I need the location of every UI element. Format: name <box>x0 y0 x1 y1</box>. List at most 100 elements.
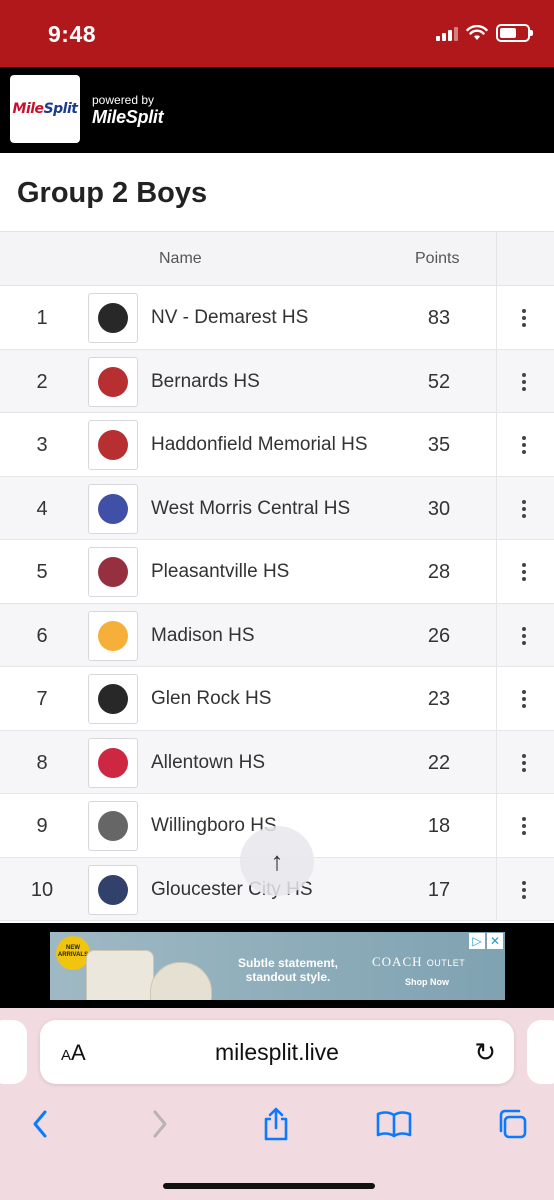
close-ad-icon[interactable]: ✕ <box>487 933 503 949</box>
team-name[interactable]: Bernards HS <box>151 371 260 393</box>
team-points: 22 <box>427 751 451 774</box>
reload-icon[interactable]: ↻ <box>474 1037 496 1068</box>
cellular-signal-icon <box>436 25 458 41</box>
rank: 1 <box>36 307 48 329</box>
back-button[interactable] <box>18 1104 62 1144</box>
forward-button[interactable] <box>138 1104 182 1144</box>
next-tab-peek[interactable] <box>527 1020 554 1084</box>
team-points: 26 <box>427 624 451 647</box>
team-points: 17 <box>427 878 451 901</box>
table-row[interactable]: 4 West Morris Central HS 30 <box>0 476 554 540</box>
rank: 7 <box>36 688 48 710</box>
team-points: 28 <box>427 561 451 583</box>
powered-by: powered by MileSplit <box>92 93 164 128</box>
table-row[interactable]: 2 Bernards HS 52 <box>0 349 554 413</box>
table-row[interactable]: 1 NV - Demarest HS 83 <box>0 286 554 350</box>
more-options-icon[interactable] <box>510 367 538 397</box>
table-header: Name Points <box>0 232 554 286</box>
team-points: 52 <box>427 370 451 393</box>
chimeras-logo-icon <box>88 801 138 851</box>
rank: 5 <box>36 561 48 583</box>
ad-banner-container: NEW ARRIVALS Subtle statement, standout … <box>0 923 554 1008</box>
more-options-icon[interactable] <box>510 875 538 905</box>
home-indicator[interactable] <box>163 1183 375 1189</box>
wifi-icon <box>466 25 488 40</box>
team-name[interactable]: NV - Demarest HS <box>151 307 308 329</box>
viking-logo-icon <box>88 293 138 343</box>
chevron-left-icon <box>33 1110 47 1138</box>
share-icon <box>264 1107 288 1141</box>
team-points: 35 <box>427 434 451 456</box>
powered-by-label: powered by <box>92 93 155 107</box>
table-row[interactable]: 3 Haddonfield Memorial HS 35 <box>0 413 554 477</box>
coach-ad-banner[interactable]: NEW ARRIVALS Subtle statement, standout … <box>50 932 505 1000</box>
more-options-icon[interactable] <box>510 684 538 714</box>
team-name[interactable]: Glen Rock HS <box>151 688 271 710</box>
site-header: MileSplit powered by MileSplit <box>0 67 554 153</box>
share-button[interactable] <box>254 1104 298 1144</box>
rank: 4 <box>36 497 48 520</box>
ad-choices[interactable]: ▷ ✕ <box>469 933 503 949</box>
handbag-image <box>150 962 212 1000</box>
team-name[interactable]: Madison HS <box>151 625 255 647</box>
team-points: 83 <box>427 307 451 329</box>
ad-brand: COACH OUTLET <box>372 954 466 969</box>
milesplit-logo[interactable]: MileSplit <box>10 75 80 143</box>
team-name[interactable]: Haddonfield Memorial HS <box>151 434 368 456</box>
ad-badge: NEW ARRIVALS <box>56 936 90 970</box>
page-title: Group 2 Boys <box>17 177 208 209</box>
status-icons <box>436 24 533 42</box>
rank: 2 <box>36 370 48 393</box>
team-points: 30 <box>427 497 451 520</box>
column-header-name[interactable]: Name <box>159 250 202 268</box>
letter-m-logo-icon <box>88 610 138 661</box>
column-header-points[interactable]: Points <box>415 250 459 268</box>
results-content: Group 2 Boys Name Points 1 NV - Demarest … <box>0 153 554 923</box>
scroll-to-top-button[interactable]: ↑ <box>240 826 314 896</box>
team-name[interactable]: Allentown HS <box>151 752 265 774</box>
ad-slogan: Subtle statement, standout style. <box>237 956 339 984</box>
address-bar[interactable]: AA milesplit.live ↻ <box>40 1020 514 1084</box>
more-options-icon[interactable] <box>510 811 538 841</box>
more-options-icon[interactable] <box>510 748 538 778</box>
more-options-icon[interactable] <box>510 430 538 460</box>
table-row[interactable]: 6 Madison HS 26 <box>0 603 554 667</box>
previous-tab-peek[interactable] <box>0 1020 27 1084</box>
team-points: 18 <box>427 815 451 837</box>
tabs-icon <box>499 1109 527 1139</box>
rank: 10 <box>30 878 54 901</box>
team-name[interactable]: Pleasantville HS <box>151 561 289 583</box>
more-options-icon[interactable] <box>510 303 538 333</box>
handbag-image <box>86 950 154 1000</box>
team-points: 23 <box>427 688 451 710</box>
status-time: 9:48 <box>48 21 97 47</box>
browser-toolbar <box>0 1100 554 1150</box>
team-name[interactable]: West Morris Central HS <box>151 498 350 520</box>
panther-logo-icon <box>88 674 138 724</box>
team-scores-table: Name Points 1 NV - Demarest HS 83 2 Bernards… <box>0 231 554 921</box>
browser-chrome: AA milesplit.live ↻ <box>0 1008 554 1200</box>
redbirds-logo-icon <box>88 737 138 788</box>
bookmarks-button[interactable] <box>372 1104 416 1144</box>
book-icon <box>376 1111 412 1138</box>
wolf-logo-icon <box>88 483 138 534</box>
chevron-right-icon <box>153 1110 167 1138</box>
more-options-icon[interactable] <box>510 494 538 524</box>
tabs-button[interactable] <box>490 1104 534 1144</box>
table-row[interactable]: 8 Allentown HS 22 <box>0 730 554 794</box>
url-text[interactable]: milesplit.live <box>40 1039 514 1066</box>
table-row[interactable]: 7 Glen Rock HS 23 <box>0 667 554 731</box>
letter-b-logo-icon <box>88 356 138 407</box>
more-options-icon[interactable] <box>510 621 538 651</box>
rank: 9 <box>36 815 48 837</box>
rank: 3 <box>36 434 48 456</box>
more-options-icon[interactable] <box>510 557 538 587</box>
adchoices-icon[interactable]: ▷ <box>469 933 485 949</box>
ad-cta[interactable]: Shop Now <box>405 977 449 987</box>
status-bar: 9:48 <box>0 0 554 67</box>
battery-icon <box>496 24 533 42</box>
arrow-up-icon: ↑ <box>270 845 284 876</box>
table-row[interactable]: 5 Pleasantville HS 28 <box>0 540 554 604</box>
greyhound-logo-icon <box>88 547 138 597</box>
rank: 8 <box>36 751 48 774</box>
